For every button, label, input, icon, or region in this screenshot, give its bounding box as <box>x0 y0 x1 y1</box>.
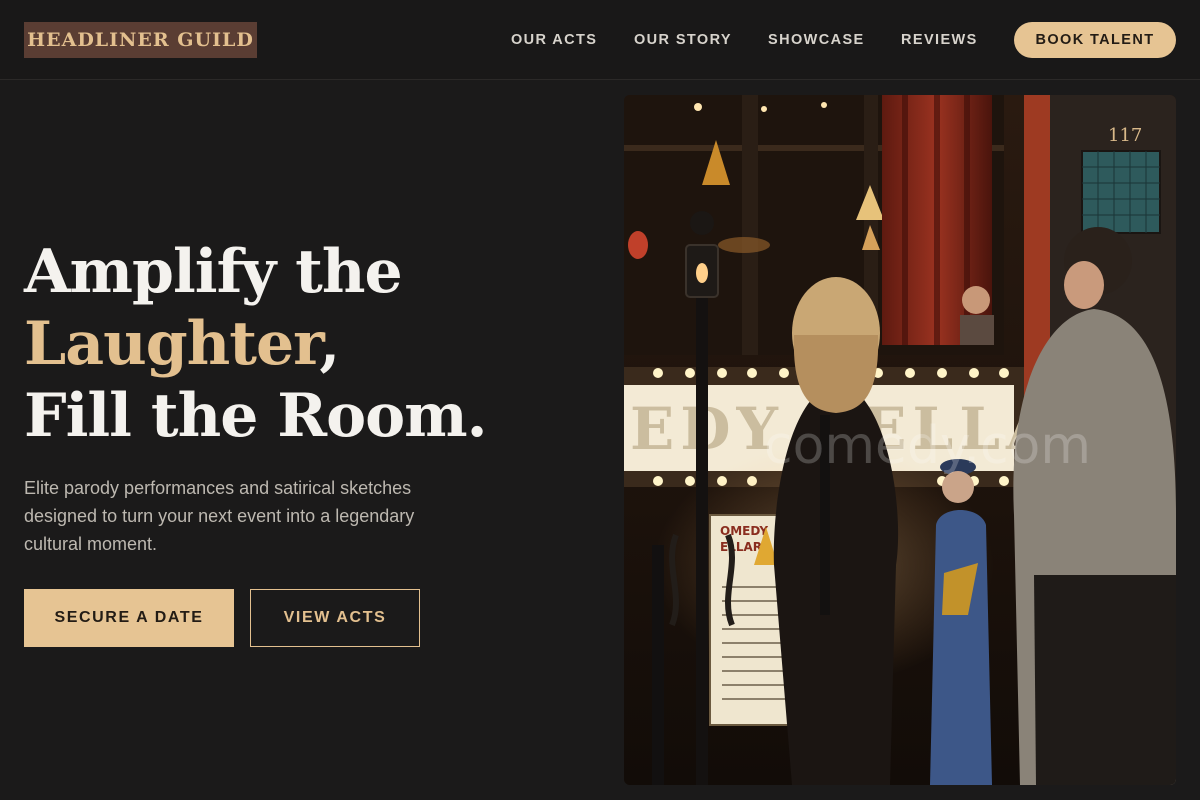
hero-title-accent: Laughter <box>24 309 320 379</box>
door-number: 117 <box>1108 125 1142 146</box>
hero-title-comma: , <box>319 309 340 379</box>
hero-image: 117 EDY CELLAR OMEDY ELLAR <box>624 95 1176 785</box>
site-header: HEADLINER GUILD OUR ACTS OUR STORY SHOWC… <box>0 0 1200 80</box>
hero-title-line3: Fill the Room. <box>24 381 488 451</box>
brand-name: HEADLINER GUILD <box>27 29 254 51</box>
nav-link-our-acts[interactable]: OUR ACTS <box>511 30 597 50</box>
hero-description: Elite parody performances and satirical … <box>24 478 415 554</box>
secure-date-label: SECURE A DATE <box>54 609 204 626</box>
brand-logo[interactable]: HEADLINER GUILD <box>24 22 257 58</box>
nav-link-showcase[interactable]: SHOWCASE <box>768 30 865 50</box>
nav-link-our-story[interactable]: OUR STORY <box>634 30 732 50</box>
view-acts-button[interactable]: VIEW ACTS <box>250 589 420 647</box>
poster-line-2: ELLAR <box>720 540 762 554</box>
book-talent-label: BOOK TALENT <box>1035 32 1155 48</box>
hero-title-line1: Amplify the <box>24 237 403 307</box>
secure-date-button[interactable]: SECURE A DATE <box>24 589 234 647</box>
book-talent-button[interactable]: BOOK TALENT <box>1014 22 1176 58</box>
view-acts-label: VIEW ACTS <box>283 609 387 626</box>
watermark-text: comedy.com <box>764 416 1091 476</box>
comedy-club-photo-icon: 117 EDY CELLAR OMEDY ELLAR <box>624 95 1176 785</box>
nav-link-reviews[interactable]: REVIEWS <box>901 30 978 50</box>
hero-title: Amplify the Laughter, Fill the Room. <box>24 236 584 452</box>
